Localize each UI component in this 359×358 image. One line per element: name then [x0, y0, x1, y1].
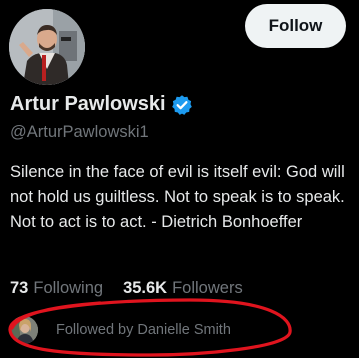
followers-count: 35.6K [123, 279, 168, 297]
profile-avatar[interactable] [9, 9, 85, 85]
follow-button[interactable]: Follow [245, 4, 346, 48]
profile-bio: Silence in the face of evil is itself ev… [10, 163, 345, 231]
display-name: Artur Pawlowski [10, 93, 166, 115]
profile-card: Follow Artur Pawlowski @ArturPawlowski1 … [0, 0, 359, 358]
followed-by-text: Followed by Danielle Smith [56, 322, 231, 338]
followed-by-row[interactable]: Followed by Danielle Smith [10, 316, 231, 344]
followers-stat[interactable]: 35.6K Followers [123, 279, 243, 298]
name-row: Artur Pawlowski [10, 93, 193, 116]
follower-avatar [10, 316, 38, 344]
following-label: Following [33, 279, 104, 297]
user-handle: @ArturPawlowski1 [10, 123, 149, 141]
followers-label: Followers [172, 279, 243, 297]
following-stat[interactable]: 73 Following [10, 279, 103, 298]
verified-badge-icon[interactable] [171, 94, 193, 116]
following-count: 73 [10, 279, 29, 297]
follow-stats: 73 Following 35.6K Followers [10, 279, 243, 298]
